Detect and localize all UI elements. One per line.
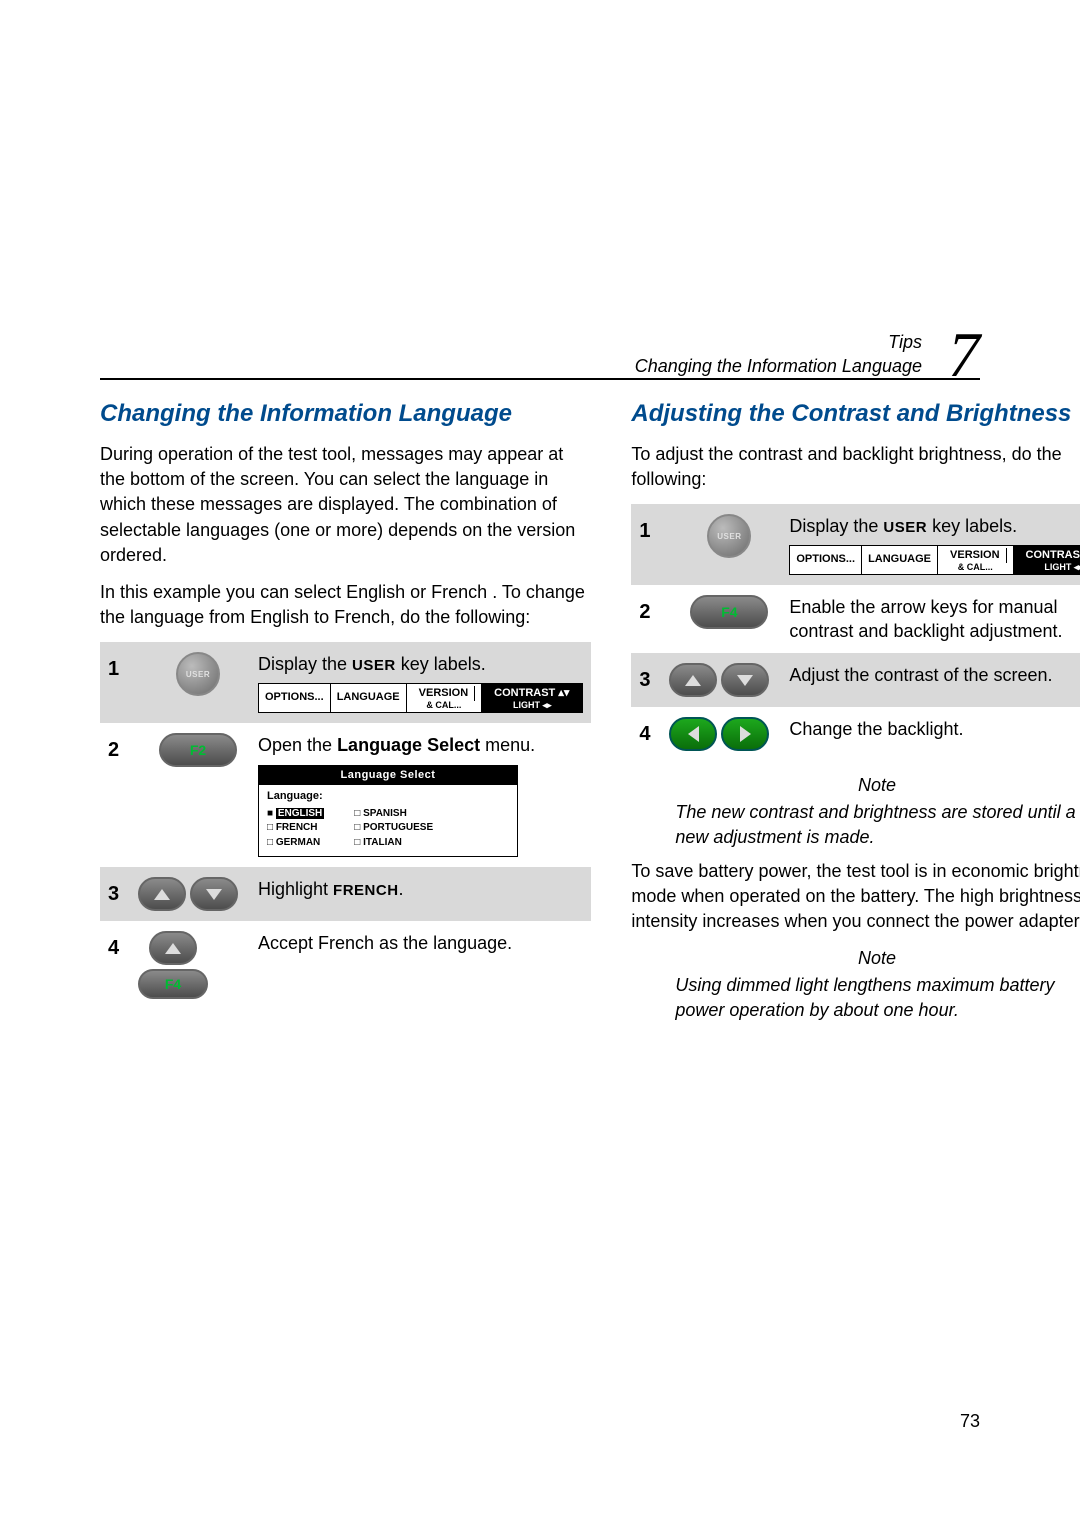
left-step-4: 4 F4 Accept French as the language. — [100, 921, 591, 1009]
language-select-bold: Language Select — [337, 735, 480, 755]
step-number: 3 — [108, 877, 138, 906]
page: Tips Changing the Information Language 7… — [0, 0, 1080, 1528]
step-text: Adjust the contrast of the screen. — [789, 663, 1080, 687]
user-key-ref: USER — [883, 519, 927, 536]
header-category: Tips — [100, 330, 922, 354]
step-number: 3 — [639, 663, 669, 692]
right-steps: 1 Display the USER key labels. OPTIONS..… — [631, 504, 1080, 761]
menu-label: Language: — [267, 789, 509, 804]
left-intro-2: In this example you can select English o… — [100, 580, 591, 630]
down-arrow-key-icon — [721, 663, 769, 697]
left-step-3: 3 Highlight FRENCH. — [100, 867, 591, 921]
note-body: The new contrast and brightness are stor… — [631, 800, 1080, 859]
left-step-2: 2 F2 Open the Language Select menu. Lang… — [100, 723, 591, 867]
note-title: Note — [631, 775, 1080, 796]
note-body: Using dimmed light lengthens maximum bat… — [631, 973, 1080, 1032]
left-heading: Changing the Information Language — [100, 400, 591, 428]
step-number: 2 — [108, 733, 138, 762]
right-step-4: 4 Change the backlight. — [631, 707, 1080, 761]
menu-title: Language Select — [259, 766, 517, 785]
step-number: 4 — [639, 717, 669, 746]
up-arrow-key-icon — [149, 931, 197, 965]
step-number: 1 — [108, 652, 138, 681]
left-arrow-key-icon — [669, 717, 717, 751]
left-intro-1: During operation of the test tool, messa… — [100, 442, 591, 568]
right-arrow-key-icon — [721, 717, 769, 751]
page-header: Tips Changing the Information Language — [100, 330, 980, 379]
right-step-1: 1 Display the USER key labels. OPTIONS..… — [631, 504, 1080, 584]
down-arrow-key-icon — [190, 877, 238, 911]
step-text: Accept French as the language. — [258, 931, 583, 955]
left-column: Changing the Information Language During… — [100, 400, 591, 1032]
softkey-bar: OPTIONS... LANGUAGE VERSION& CAL... CONT… — [789, 545, 1080, 575]
opt-spanish: SPANISH — [363, 808, 407, 819]
step-text: menu. — [480, 735, 535, 755]
right-intro: To adjust the contrast and backlight bri… — [631, 442, 1080, 492]
header-subtitle: Changing the Information Language — [100, 354, 922, 378]
chapter-number: 7 — [948, 318, 980, 392]
french-ref: FRENCH — [333, 882, 399, 899]
right-column: Adjusting the Contrast and Brightness To… — [631, 400, 1080, 1032]
step-text: Change the backlight. — [789, 717, 1080, 741]
step-number: 1 — [639, 514, 669, 543]
right-heading: Adjusting the Contrast and Brightness — [631, 400, 1080, 428]
softkey-language: LANGUAGE — [331, 684, 407, 712]
f4-key-icon: F4 — [138, 969, 208, 999]
note-title: Note — [631, 948, 1080, 969]
left-steps: 1 Display the USER key labels. OPTIONS..… — [100, 642, 591, 1009]
softkey-version: VERSION& CAL... — [407, 684, 483, 712]
header-rule — [100, 378, 980, 380]
f2-key-icon: F2 — [159, 733, 237, 767]
up-arrow-key-icon — [138, 877, 186, 911]
right-step-2: 2 F4 Enable the arrow keys for manual co… — [631, 585, 1080, 654]
softkey-version: VERSION& CAL... — [938, 546, 1014, 574]
softkey-options: OPTIONS... — [259, 684, 331, 712]
opt-italian: ITALIAN — [363, 837, 402, 848]
opt-english: ENGLISH — [276, 808, 324, 819]
opt-portuguese: PORTUGUESE — [363, 822, 433, 833]
user-key-icon — [707, 514, 751, 558]
step-text: . — [399, 879, 404, 899]
step-text: Highlight — [258, 879, 333, 899]
step-text: key labels. — [927, 516, 1017, 536]
softkey-bar: OPTIONS... LANGUAGE VERSION& CAL... CONT… — [258, 683, 583, 713]
step-text: Open the — [258, 735, 337, 755]
left-step-1: 1 Display the USER key labels. OPTIONS..… — [100, 642, 591, 722]
softkey-language: LANGUAGE — [862, 546, 938, 574]
softkey-options: OPTIONS... — [790, 546, 862, 574]
language-select-menu: Language Select Language: ■ ENGLISH □ FR… — [258, 765, 518, 857]
opt-french: FRENCH — [276, 822, 318, 833]
step-text: Display the — [258, 654, 352, 674]
user-key-ref: USER — [352, 657, 396, 674]
softkey-contrast: CONTRAST ▴▾LIGHT ◂▸ — [482, 684, 582, 712]
menu-col-2: □ SPANISH □ PORTUGUESE □ ITALIAN — [354, 806, 433, 851]
menu-col-1: ■ ENGLISH □ FRENCH □ GERMAN — [267, 806, 324, 851]
step-number: 4 — [108, 931, 138, 960]
step-text: Display the — [789, 516, 883, 536]
softkey-contrast: CONTRAST ▴▾LIGHT ◂▸ — [1014, 546, 1080, 574]
page-number: 73 — [960, 1411, 980, 1432]
up-arrow-key-icon — [669, 663, 717, 697]
f4-key-icon: F4 — [690, 595, 768, 629]
step-text: Enable the arrow keys for manual contras… — [789, 595, 1080, 644]
user-key-icon — [176, 652, 220, 696]
step-number: 2 — [639, 595, 669, 624]
battery-paragraph: To save battery power, the test tool is … — [631, 859, 1080, 935]
right-step-3: 3 Adjust the contrast of the screen. — [631, 653, 1080, 707]
step-text: key labels. — [396, 654, 486, 674]
opt-german: GERMAN — [276, 837, 320, 848]
